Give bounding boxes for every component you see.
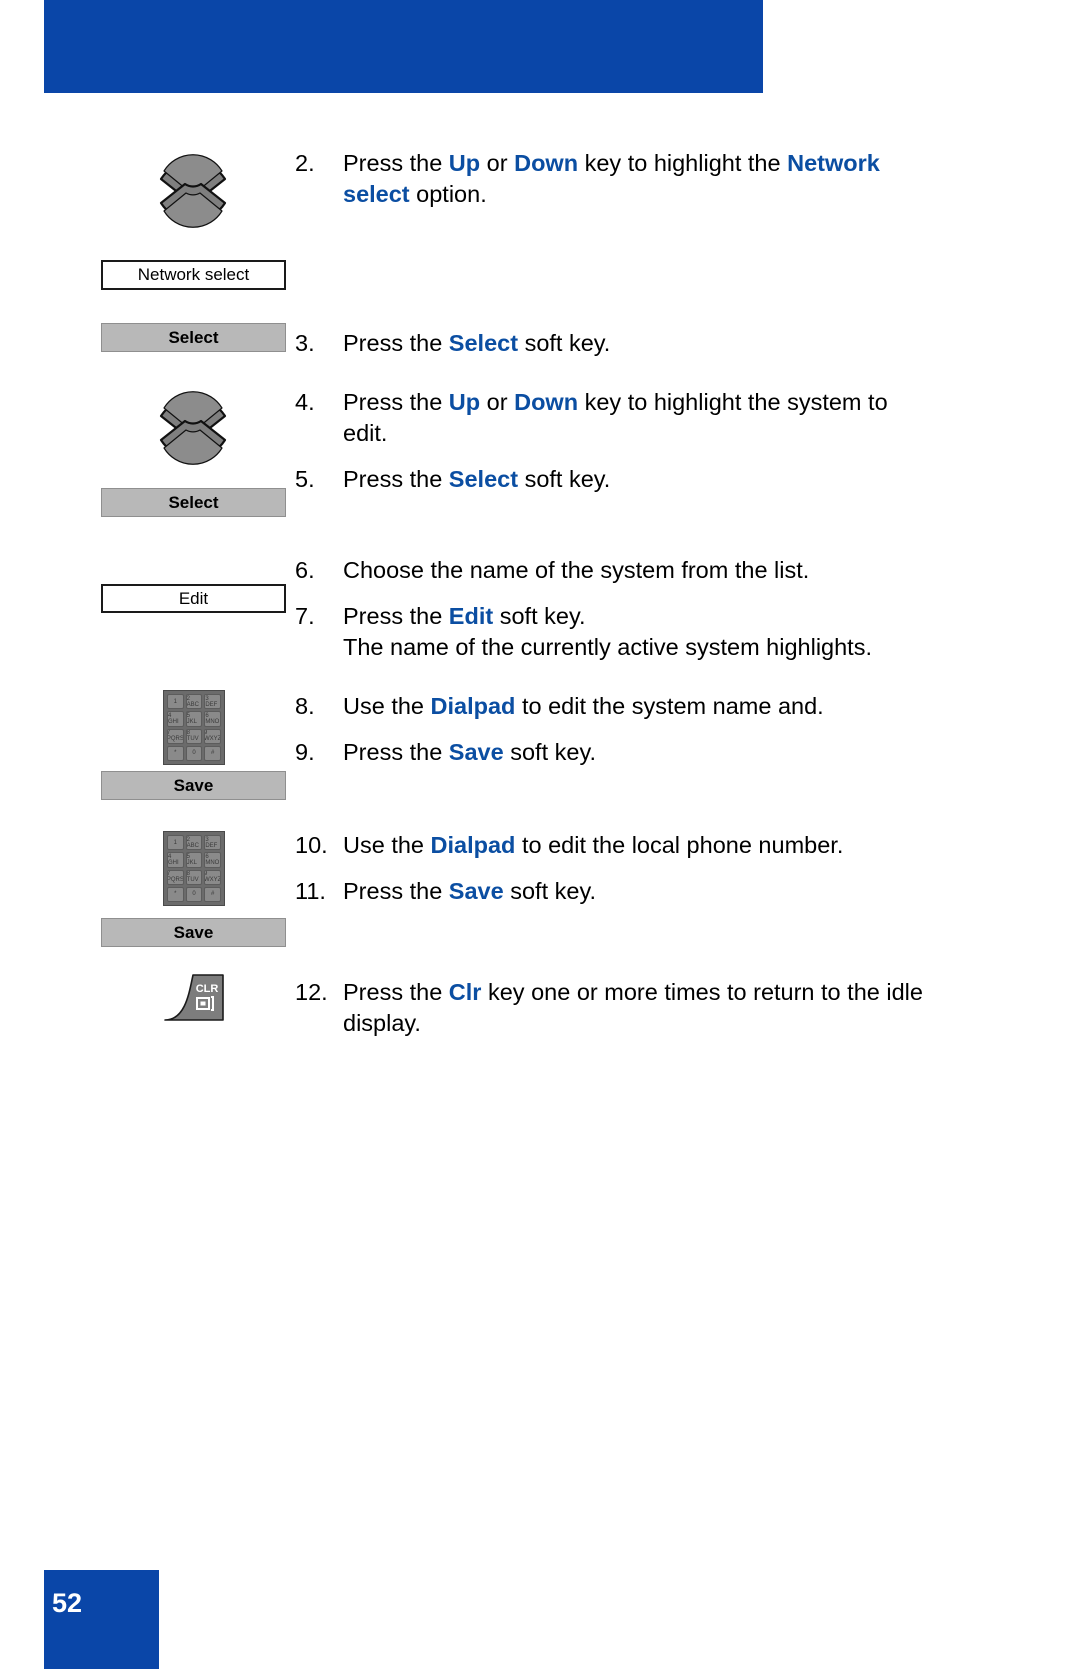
dialpad-key: 6 MNO (204, 852, 221, 868)
dialpad-key: 7 PQRS (167, 869, 184, 885)
step-number: 12. (295, 979, 328, 1005)
step-text: Press the Save soft key. (343, 878, 596, 904)
step-number: 4. (295, 389, 315, 415)
dialpad-key: 9 WXYZ (204, 869, 221, 885)
step-text: Press the Up or Down key to highlight th… (343, 389, 888, 447)
step-text: Use the Dialpad to edit the local phone … (343, 832, 844, 858)
step-text: Press the Select soft key. (343, 466, 611, 492)
dialpad-key: 1 (167, 835, 184, 851)
step-item: 12. Press the Clr key one or more times … (295, 977, 925, 1039)
step-number: 11. (295, 878, 326, 904)
up-down-navigation-key-icon-2 (155, 372, 231, 484)
save-soft-key-1[interactable]: Save (101, 771, 286, 800)
step-number: 3. (295, 330, 315, 356)
dialpad-key: 4 GHI (167, 852, 184, 868)
keyword: Network select (343, 150, 880, 208)
dialpad-key: 4 GHI (167, 711, 184, 727)
save-soft-key-2[interactable]: Save (101, 918, 286, 947)
step-item: 4. Press the Up or Down key to highlight… (295, 387, 920, 449)
step-text: Press the Edit soft key. The name of the … (343, 603, 872, 661)
step-item: 10. Use the Dialpad to edit the local ph… (295, 830, 940, 861)
keyword: Save (448, 739, 504, 765)
network-select-label-box: Network select (101, 260, 286, 290)
dialpad-key: 8 TUV (185, 869, 203, 885)
step-text: Choose the name of the system from the l… (343, 557, 810, 583)
keyword: Down (514, 389, 579, 415)
step-number: 8. (295, 693, 315, 719)
step-text: Press the Save soft key. (343, 739, 596, 765)
keyword: Save (448, 878, 504, 904)
dialpad-key: 9 WXYZ (204, 728, 221, 744)
step-item: 8. Use the Dialpad to edit the system na… (295, 691, 940, 722)
step-number: 6. (295, 557, 315, 583)
dialpad-icon-2: 1 2 ABC 3 DEF 4 GHI 5 JKL 6 MNO 7 PQRS 8… (163, 831, 225, 906)
step-number: 10. (295, 832, 328, 858)
keyword: Select (448, 330, 519, 356)
page-number: 52 (52, 1588, 83, 1618)
step-number: 5. (295, 466, 315, 492)
step-number: 2. (295, 150, 315, 176)
keyword: Edit (448, 603, 494, 629)
step-item: 7. Press the Edit soft key. The name of t… (295, 601, 955, 663)
dialpad-key: 1 (167, 694, 184, 710)
step-text: Press the Select soft key. (343, 330, 611, 356)
dialpad-key: * (167, 886, 184, 902)
keyword: Select (448, 466, 519, 492)
dialpad-key: * (167, 745, 184, 761)
dialpad-key: 0 (185, 745, 203, 761)
dialpad-key: 5 JKL (185, 711, 203, 727)
keyword: Up (448, 150, 481, 176)
footer-banner (44, 1570, 159, 1669)
step-item: 11. Press the Save soft key. (295, 876, 940, 907)
dialpad-key: # (204, 886, 221, 902)
step-text: Use the Dialpad to edit the system name … (343, 693, 824, 719)
keyword: Dialpad (430, 693, 516, 719)
clr-key-icon: CLR (163, 972, 225, 1022)
dialpad-key: 3 DEF (204, 835, 221, 851)
page-header-banner (44, 0, 763, 93)
step-number: 7. (295, 603, 315, 629)
dialpad-key: 2 ABC (185, 835, 203, 851)
step-item: 2. Press the Up or Down key to highlight… (295, 148, 940, 210)
dialpad-key: 7 PQRS (167, 728, 184, 744)
edit-soft-key[interactable]: Edit (101, 584, 286, 613)
dialpad-key: 8 TUV (185, 728, 203, 744)
dialpad-key: # (204, 745, 221, 761)
step-number: 9. (295, 739, 315, 765)
dialpad-key: 6 MNO (204, 711, 221, 727)
keyword: Clr (448, 979, 482, 1005)
dialpad-key: 3 DEF (204, 694, 221, 710)
step-item: 9. Press the Save soft key. (295, 737, 940, 768)
step-text: Press the Clr key one or more times to r… (343, 979, 923, 1037)
keyword: Down (514, 150, 579, 176)
dialpad-icon: 1 2 ABC 3 DEF 4 GHI 5 JKL 6 MNO 7 PQRS 8… (163, 690, 225, 765)
keyword: Dialpad (430, 832, 516, 858)
select-soft-key-1[interactable]: Select (101, 323, 286, 352)
step-text: Press the Up or Down key to highlight th… (343, 150, 880, 208)
step-item: 5. Press the Select soft key. (295, 464, 940, 495)
dialpad-key: 2 ABC (185, 694, 203, 710)
step-item: 6. Choose the name of the system from th… (295, 555, 940, 586)
dialpad-key: 0 (185, 886, 203, 902)
step-item: 3. Press the Select soft key. (295, 328, 940, 359)
keyword: Up (448, 389, 481, 415)
up-down-navigation-key-icon (155, 135, 231, 247)
select-soft-key-2[interactable]: Select (101, 488, 286, 517)
dialpad-key: 5 JKL (185, 852, 203, 868)
clr-key-text: CLR (196, 983, 219, 995)
